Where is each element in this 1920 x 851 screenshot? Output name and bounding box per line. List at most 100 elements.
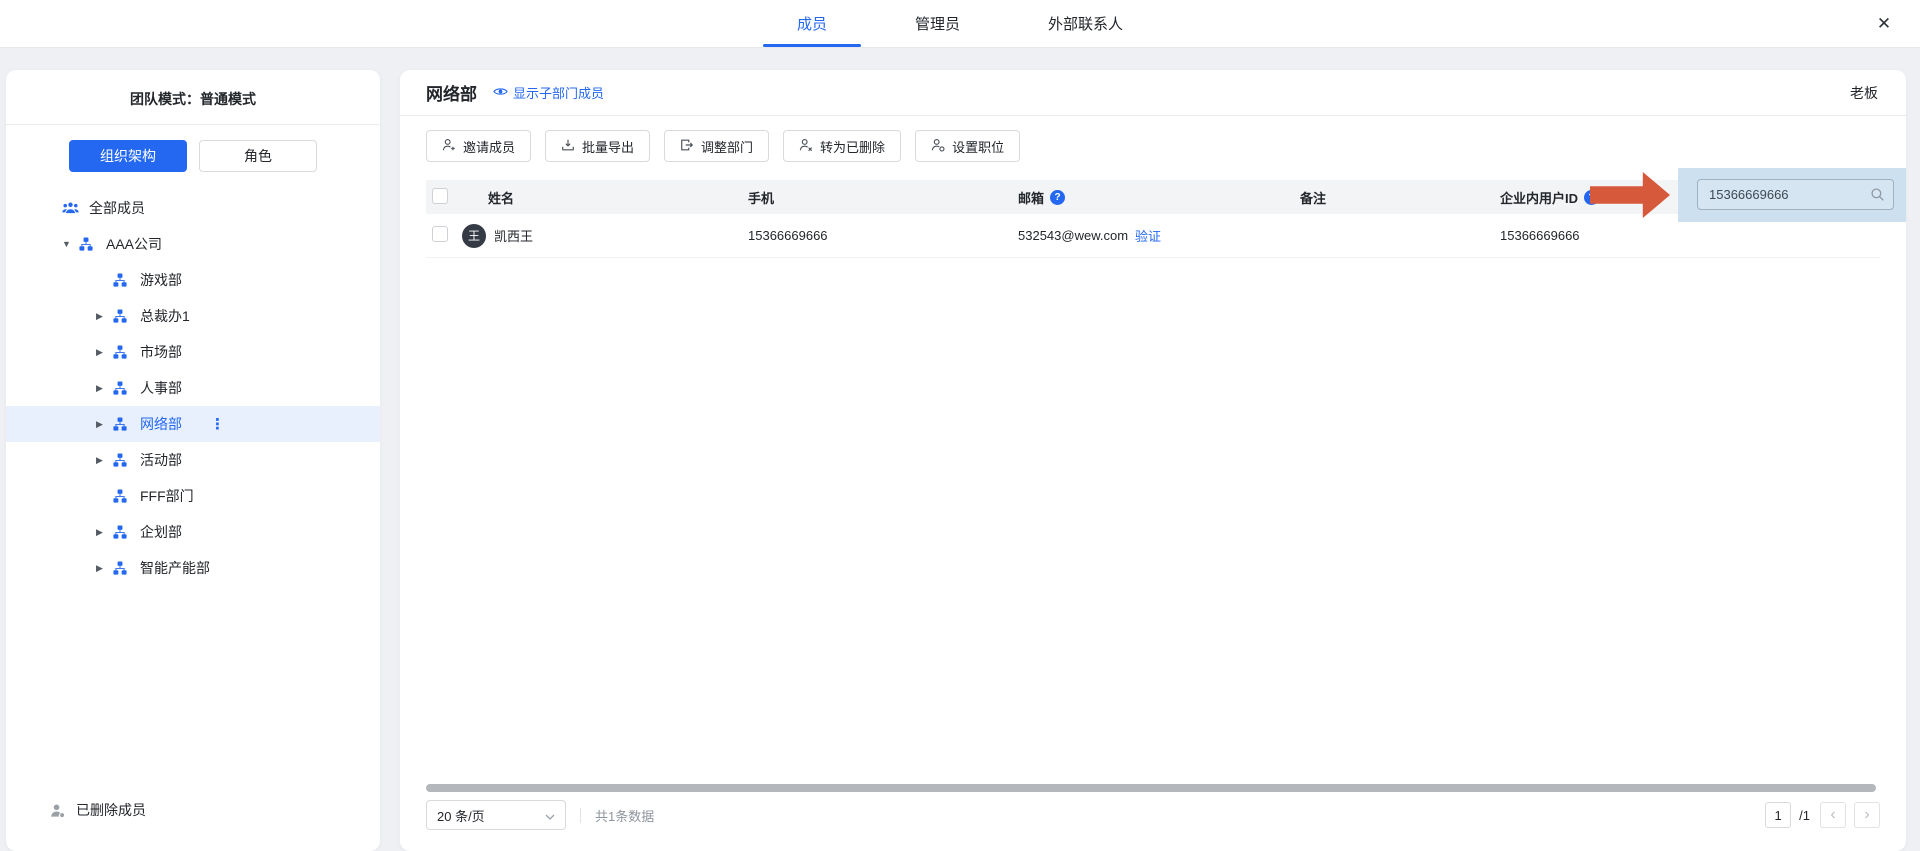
show-sub-label: 显示子部门成员 xyxy=(513,83,604,102)
horizontal-scrollbar[interactable] xyxy=(426,784,1876,792)
search-highlight-region xyxy=(1678,168,1906,222)
member-phone: 15366669666 xyxy=(748,228,1018,243)
deleted-members-label: 已删除成员 xyxy=(76,800,146,820)
table-footer: 20 条/页 共1条数据 1 /1 ‹ › xyxy=(426,798,1880,832)
tree-item-dept-selected[interactable]: ▶ 网络部 ⋮ xyxy=(6,406,380,442)
org-icon xyxy=(113,453,131,467)
verify-link[interactable]: 验证 xyxy=(1135,226,1161,245)
tab-external-contacts[interactable]: 外部联系人 xyxy=(1018,0,1153,47)
member-toolbar: 邀请成员 批量导出 调整部门 转为已删除 设置职位 xyxy=(400,116,1906,174)
org-icon xyxy=(113,345,131,359)
caret-right-icon[interactable]: ▶ xyxy=(96,563,113,574)
org-icon xyxy=(113,561,131,575)
search-box xyxy=(1697,179,1894,210)
member-user-id: 15366669666 xyxy=(1500,228,1840,243)
org-icon xyxy=(113,489,131,503)
org-icon xyxy=(79,237,97,251)
avatar: 王 xyxy=(462,224,486,248)
col-name: 姓名 xyxy=(462,188,748,207)
tree-item-label: AAA公司 xyxy=(106,234,162,254)
col-email: 邮箱 ? xyxy=(1018,188,1300,207)
more-menu-icon[interactable]: ⋮ xyxy=(210,417,225,432)
page-size-select[interactable]: 20 条/页 xyxy=(426,800,566,830)
member-name: 凯西王 xyxy=(494,226,533,245)
caret-right-icon[interactable]: ▶ xyxy=(96,383,113,394)
caret-right-icon[interactable]: ▶ xyxy=(96,347,113,358)
row-checkbox[interactable] xyxy=(432,226,448,242)
boss-link[interactable]: 老板 xyxy=(1850,83,1878,103)
tree-item-label: 人事部 xyxy=(140,378,182,398)
tree-item-dept[interactable]: ▶ 人事部 xyxy=(6,370,380,406)
tab-members[interactable]: 成员 xyxy=(767,0,857,47)
page-size-value: 20 条/页 xyxy=(437,806,485,825)
invite-member-button[interactable]: 邀请成员 xyxy=(426,130,531,162)
sidebar: 团队模式：普通模式 组织架构 角色 全部成员 ▼ AAA公司 ▶ 游戏部 ▶ xyxy=(6,70,380,851)
show-sub-department-link[interactable]: 显示子部门成员 xyxy=(493,83,604,102)
total-pages-label: /1 xyxy=(1799,808,1810,823)
main-panel: 网络部 显示子部门成员 老板 邀请成员 批量导出 调整部门 转为已删除 xyxy=(400,70,1906,851)
person-add-icon xyxy=(442,138,456,155)
member-search-input[interactable] xyxy=(1698,180,1893,209)
table-row[interactable]: 王 凯西王 15366669666 532543@wew.com 验证 1536… xyxy=(426,214,1880,258)
set-position-button[interactable]: 设置职位 xyxy=(915,130,1020,162)
tab-group: 成员 管理员 外部联系人 xyxy=(767,0,1153,47)
tree-item-dept[interactable]: ▶ 企划部 xyxy=(6,514,380,550)
team-mode-title: 团队模式：普通模式 xyxy=(6,70,380,124)
tree-item-label: 市场部 xyxy=(140,342,182,362)
adjust-department-button[interactable]: 调整部门 xyxy=(664,130,769,162)
chevron-down-icon xyxy=(545,808,555,823)
deleted-person-icon xyxy=(50,803,68,818)
footer-separator xyxy=(580,808,581,823)
department-header: 网络部 显示子部门成员 老板 xyxy=(400,70,1906,115)
caret-right-icon[interactable]: ▶ xyxy=(96,455,113,466)
org-icon xyxy=(113,417,131,431)
col-note: 备注 xyxy=(1300,188,1500,207)
search-icon[interactable] xyxy=(1870,187,1885,207)
total-count: 共1条数据 xyxy=(595,806,654,825)
top-tab-bar: 成员 管理员 外部联系人 ✕ xyxy=(0,0,1920,48)
caret-right-icon[interactable]: ▶ xyxy=(96,311,113,322)
tab-admins[interactable]: 管理员 xyxy=(885,0,990,47)
caret-down-icon[interactable]: ▼ xyxy=(62,239,79,249)
next-page-icon[interactable]: › xyxy=(1854,802,1880,828)
current-page-box[interactable]: 1 xyxy=(1765,802,1791,828)
tree-item-label: 游戏部 xyxy=(140,270,182,290)
member-email-cell: 532543@wew.com 验证 xyxy=(1018,226,1300,245)
tree-item-dept[interactable]: ▶ FFF部门 xyxy=(6,478,380,514)
org-icon xyxy=(113,381,131,395)
deleted-members-item[interactable]: 已删除成员 xyxy=(6,792,380,828)
row-checkbox-cell xyxy=(426,226,462,245)
tree-item-dept[interactable]: ▶ 游戏部 xyxy=(6,262,380,298)
tree-item-dept[interactable]: ▶ 市场部 xyxy=(6,334,380,370)
tree-item-dept[interactable]: ▶ 活动部 xyxy=(6,442,380,478)
select-all-checkbox[interactable] xyxy=(432,188,448,204)
tree-item-label: 企划部 xyxy=(140,522,182,542)
tree-item-label: 活动部 xyxy=(140,450,182,470)
department-title: 网络部 xyxy=(426,80,477,105)
member-name-cell: 王 凯西王 xyxy=(462,224,748,248)
header-checkbox-cell xyxy=(426,188,462,207)
person-remove-icon xyxy=(799,138,813,155)
batch-export-button[interactable]: 批量导出 xyxy=(545,130,650,162)
tree-item-label: 智能产能部 xyxy=(140,558,210,578)
tree-item-label: 全部成员 xyxy=(89,198,145,218)
org-icon xyxy=(113,273,131,287)
help-icon[interactable]: ? xyxy=(1050,190,1065,205)
tree-item-company[interactable]: ▼ AAA公司 xyxy=(6,226,380,262)
export-icon xyxy=(561,138,575,155)
tree-item-label: FFF部门 xyxy=(140,486,194,506)
org-icon xyxy=(113,525,131,539)
org-structure-button[interactable]: 组织架构 xyxy=(69,140,187,172)
caret-right-icon[interactable]: ▶ xyxy=(96,527,113,538)
move-to-deleted-button[interactable]: 转为已删除 xyxy=(783,130,901,162)
caret-right-icon[interactable]: ▶ xyxy=(96,419,113,430)
group-icon xyxy=(62,202,80,214)
close-icon[interactable]: ✕ xyxy=(1864,0,1904,48)
tree-item-dept[interactable]: ▶ 智能产能部 xyxy=(6,550,380,586)
tree-item-all-members[interactable]: 全部成员 xyxy=(6,190,380,226)
tree-item-dept[interactable]: ▶ 总裁办1 xyxy=(6,298,380,334)
tree-item-label: 网络部 xyxy=(140,414,182,434)
roles-button[interactable]: 角色 xyxy=(199,140,317,172)
prev-page-icon[interactable]: ‹ xyxy=(1820,802,1846,828)
person-role-icon xyxy=(931,138,945,155)
